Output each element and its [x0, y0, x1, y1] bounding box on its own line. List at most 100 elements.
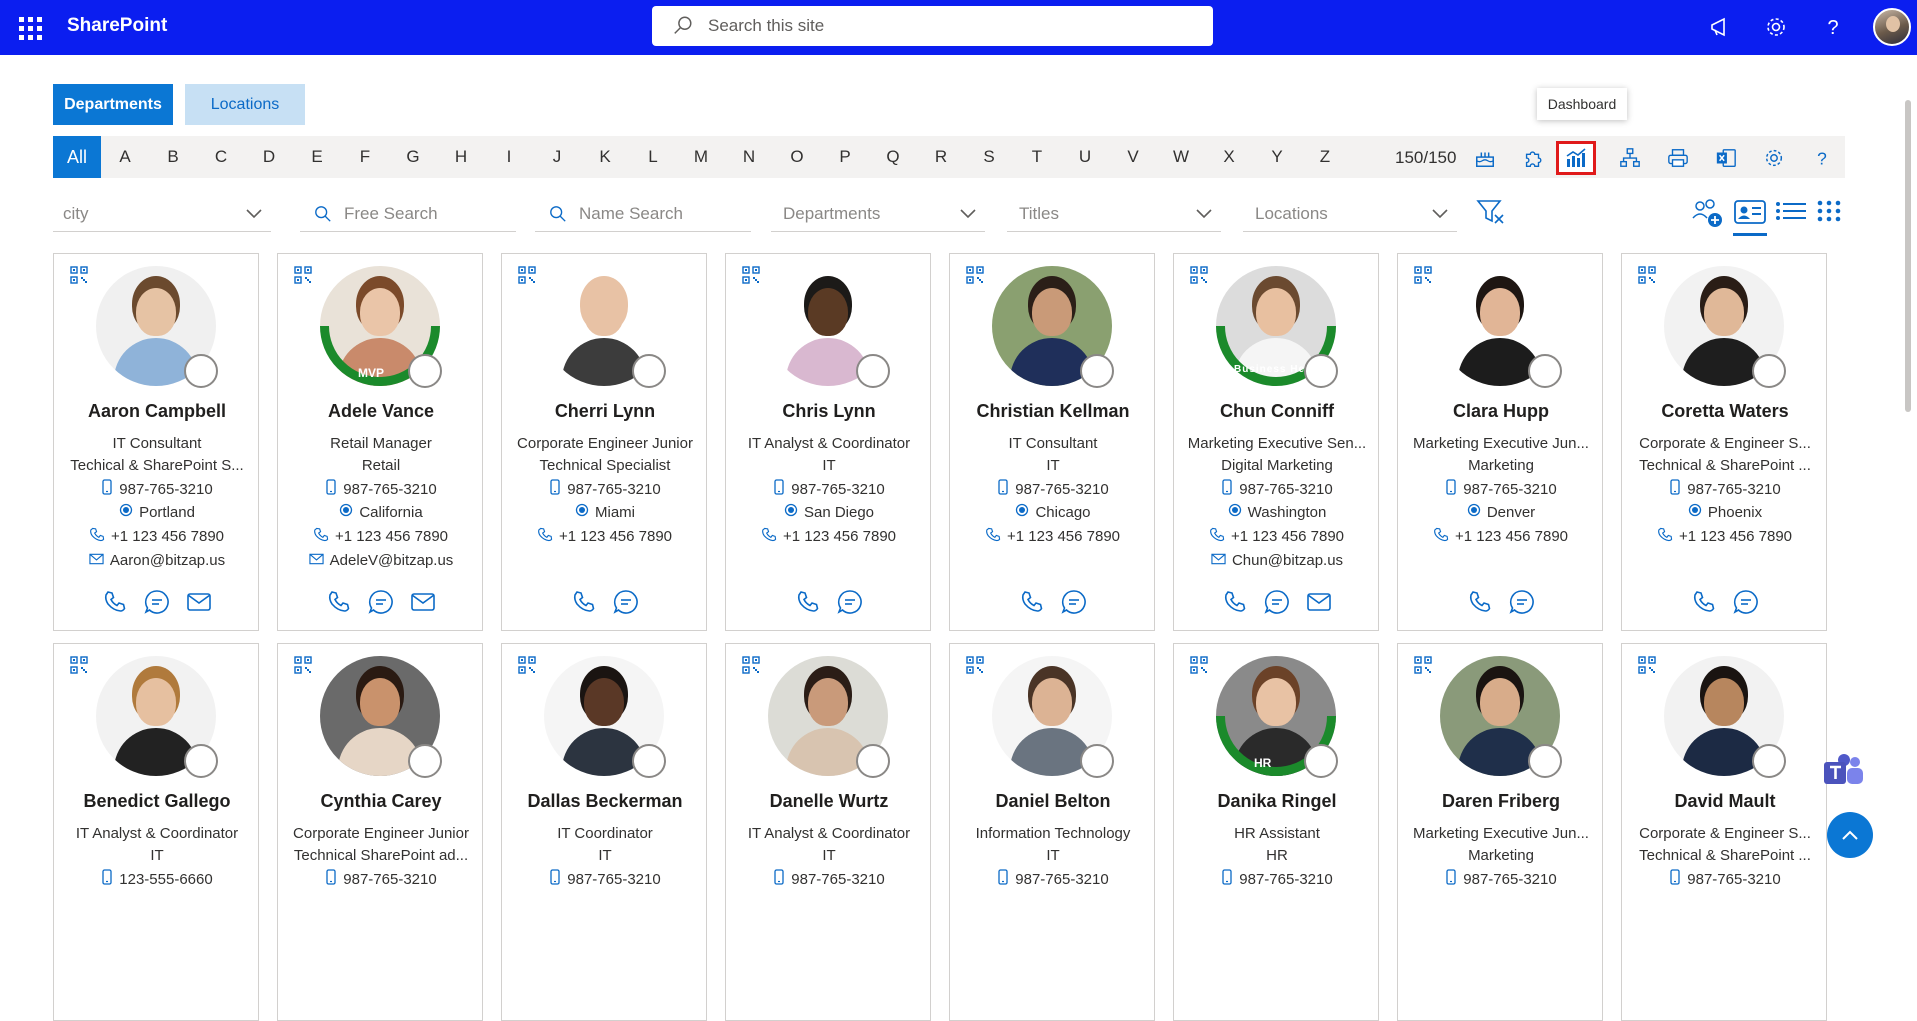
- select-checkbox[interactable]: [184, 744, 218, 778]
- card-view-icon[interactable]: [1733, 196, 1767, 236]
- name-search-input[interactable]: Name Search: [535, 196, 751, 232]
- alpha-filter-o[interactable]: O: [773, 136, 821, 178]
- add-person-icon[interactable]: [1690, 196, 1724, 236]
- qr-code-icon[interactable]: [742, 266, 760, 284]
- person-card[interactable]: Coretta Waters Corporate & Engineer S... T…: [1621, 253, 1827, 631]
- alpha-filter-e[interactable]: E: [293, 136, 341, 178]
- person-card[interactable]: Business Head Chun Conniff Marketing Execu…: [1173, 253, 1379, 631]
- person-card[interactable]: Daniel Belton Information Technology IT 987…: [949, 643, 1155, 1021]
- mobile-number[interactable]: 987-765-3210: [1463, 871, 1556, 888]
- alpha-filter-f[interactable]: F: [341, 136, 389, 178]
- alpha-filter-a[interactable]: A: [101, 136, 149, 178]
- person-card[interactable]: Cherri Lynn Corporate Engineer Junior Tech…: [501, 253, 707, 631]
- titles-dropdown[interactable]: Titles: [1007, 196, 1221, 232]
- puzzle-icon[interactable]: [1513, 141, 1553, 175]
- mobile-number[interactable]: 987-765-3210: [1687, 871, 1780, 888]
- qr-code-icon[interactable]: [966, 656, 984, 674]
- qr-code-icon[interactable]: [966, 266, 984, 284]
- mobile-number[interactable]: 987-765-3210: [343, 871, 436, 888]
- mobile-number[interactable]: 987-765-3210: [567, 871, 660, 888]
- mobile-number[interactable]: 987-765-3210: [791, 481, 884, 498]
- free-search-input[interactable]: Free Search: [300, 196, 516, 232]
- phone-number[interactable]: +1 123 456 7890: [1231, 528, 1344, 545]
- clear-filter-icon[interactable]: [1475, 196, 1507, 236]
- alpha-filter-all[interactable]: All: [53, 136, 101, 178]
- qr-code-icon[interactable]: [518, 656, 536, 674]
- person-name[interactable]: Daniel Belton: [950, 791, 1156, 812]
- qr-code-icon[interactable]: [1414, 656, 1432, 674]
- select-checkbox[interactable]: [1080, 354, 1114, 388]
- chat-icon[interactable]: [1508, 588, 1536, 616]
- select-checkbox[interactable]: [856, 744, 890, 778]
- alpha-filter-s[interactable]: S: [965, 136, 1013, 178]
- alpha-filter-d[interactable]: D: [245, 136, 293, 178]
- select-checkbox[interactable]: [184, 354, 218, 388]
- person-card[interactable]: Cynthia Carey Corporate Engineer Junior Te…: [277, 643, 483, 1021]
- qr-code-icon[interactable]: [1638, 656, 1656, 674]
- person-card[interactable]: Daren Friberg Marketing Executive Jun... M…: [1397, 643, 1603, 1021]
- person-name[interactable]: Danelle Wurtz: [726, 791, 932, 812]
- qr-code-icon[interactable]: [742, 656, 760, 674]
- alpha-filter-u[interactable]: U: [1061, 136, 1109, 178]
- person-card[interactable]: Dallas Beckerman IT Coordinator IT 987-765-…: [501, 643, 707, 1021]
- phone-number[interactable]: +1 123 456 7890: [1007, 528, 1120, 545]
- email-icon[interactable]: [409, 588, 437, 616]
- person-card[interactable]: Chris Lynn IT Analyst & Coordinator IT 987-…: [725, 253, 931, 631]
- person-name[interactable]: Adele Vance: [278, 401, 484, 422]
- select-checkbox[interactable]: [1304, 744, 1338, 778]
- tab-locations[interactable]: Locations: [185, 84, 305, 125]
- dashboard-chart-icon[interactable]: [1556, 141, 1596, 175]
- scroll-to-top-button[interactable]: [1827, 812, 1873, 858]
- person-card[interactable]: Benedict Gallego IT Analyst & Coordinator…: [53, 643, 259, 1021]
- qr-code-icon[interactable]: [70, 266, 88, 284]
- settings-gear-icon[interactable]: [1762, 13, 1790, 41]
- help-icon[interactable]: ?: [1802, 141, 1842, 175]
- list-view-icon[interactable]: [1774, 196, 1808, 236]
- phone-number[interactable]: +1 123 456 7890: [111, 528, 224, 545]
- person-name[interactable]: Coretta Waters: [1622, 401, 1828, 422]
- person-name[interactable]: Daren Friberg: [1398, 791, 1604, 812]
- alpha-filter-x[interactable]: X: [1205, 136, 1253, 178]
- select-checkbox[interactable]: [408, 354, 442, 388]
- mobile-number[interactable]: 987-765-3210: [1015, 871, 1108, 888]
- page-scrollbar[interactable]: [1905, 100, 1911, 412]
- phone-number[interactable]: +1 123 456 7890: [1455, 528, 1568, 545]
- mobile-number[interactable]: 987-765-3210: [343, 481, 436, 498]
- alpha-filter-w[interactable]: W: [1157, 136, 1205, 178]
- select-checkbox[interactable]: [856, 354, 890, 388]
- chat-icon[interactable]: [367, 588, 395, 616]
- call-icon[interactable]: [570, 588, 598, 616]
- select-checkbox[interactable]: [1528, 744, 1562, 778]
- alpha-filter-c[interactable]: C: [197, 136, 245, 178]
- locations-dropdown[interactable]: Locations: [1243, 196, 1457, 232]
- mobile-number[interactable]: 987-765-3210: [567, 481, 660, 498]
- alpha-filter-j[interactable]: J: [533, 136, 581, 178]
- settings-gear-icon[interactable]: [1754, 141, 1794, 175]
- person-name[interactable]: Dallas Beckerman: [502, 791, 708, 812]
- person-card[interactable]: David Mault Corporate & Engineer S... Tech…: [1621, 643, 1827, 1021]
- phone-number[interactable]: +1 123 456 7890: [783, 528, 896, 545]
- alpha-filter-r[interactable]: R: [917, 136, 965, 178]
- chat-icon[interactable]: [1060, 588, 1088, 616]
- chat-icon[interactable]: [1732, 588, 1760, 616]
- alpha-filter-h[interactable]: H: [437, 136, 485, 178]
- birthday-cake-icon[interactable]: [1465, 141, 1505, 175]
- qr-code-icon[interactable]: [1638, 266, 1656, 284]
- person-card[interactable]: MVP Adele Vance Retail Manager Retail 987-76…: [277, 253, 483, 631]
- alpha-filter-i[interactable]: I: [485, 136, 533, 178]
- qr-code-icon[interactable]: [1190, 266, 1208, 284]
- grid-view-icon[interactable]: [1814, 196, 1844, 236]
- teams-icon[interactable]: [1822, 752, 1866, 792]
- qr-code-icon[interactable]: [294, 266, 312, 284]
- alpha-filter-l[interactable]: L: [629, 136, 677, 178]
- print-icon[interactable]: [1658, 141, 1698, 175]
- person-card[interactable]: Christian Kellman IT Consultant IT 987-765-…: [949, 253, 1155, 631]
- qr-code-icon[interactable]: [1190, 656, 1208, 674]
- help-icon[interactable]: ?: [1819, 13, 1847, 41]
- chat-icon[interactable]: [612, 588, 640, 616]
- select-checkbox[interactable]: [1304, 354, 1338, 388]
- phone-number[interactable]: +1 123 456 7890: [1679, 528, 1792, 545]
- mobile-number[interactable]: 987-765-3210: [1239, 871, 1332, 888]
- mobile-number[interactable]: 987-765-3210: [791, 871, 884, 888]
- select-checkbox[interactable]: [1080, 744, 1114, 778]
